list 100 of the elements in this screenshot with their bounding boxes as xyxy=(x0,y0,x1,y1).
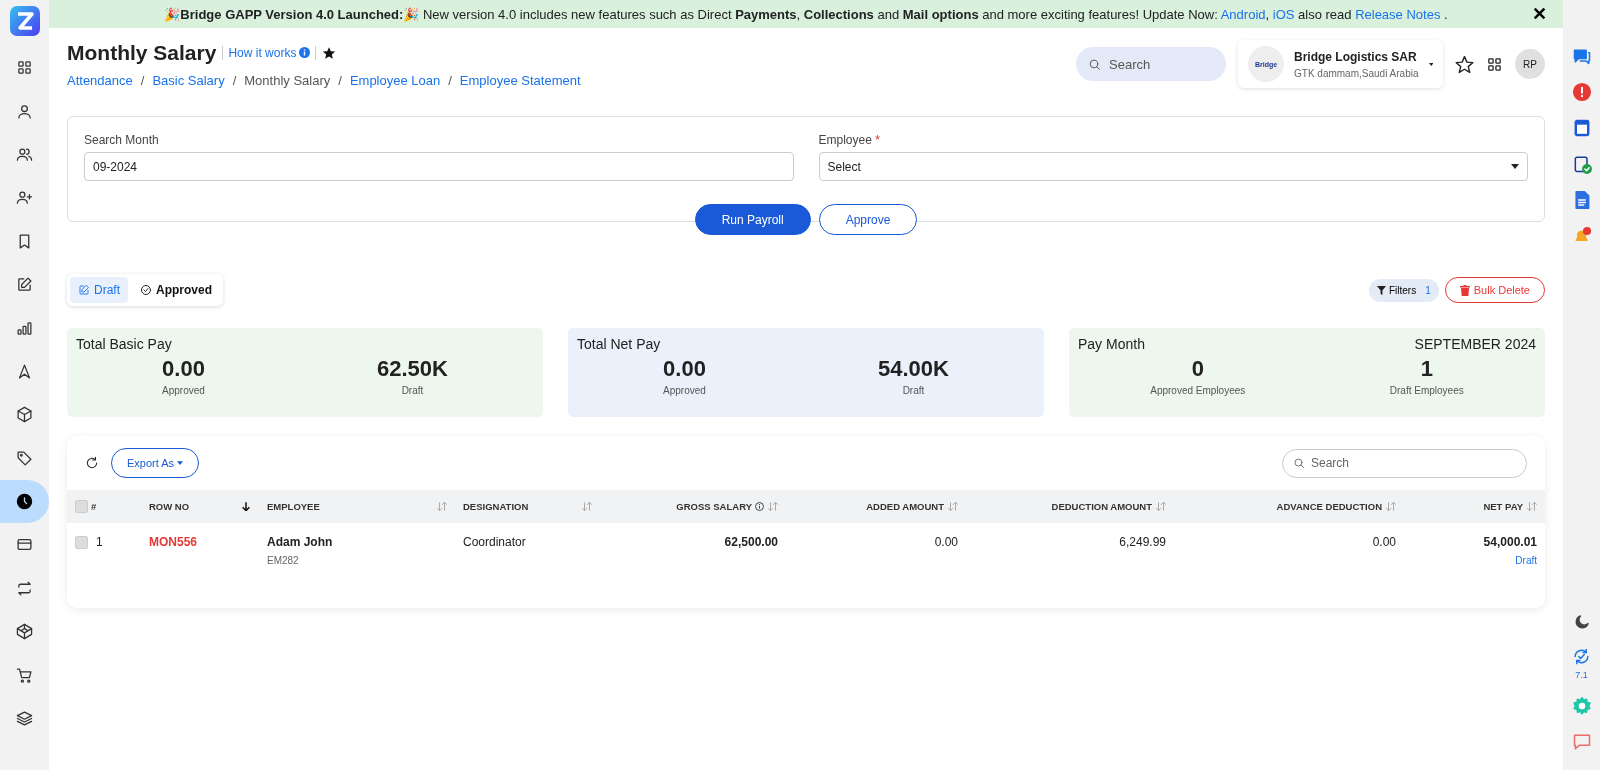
approve-button[interactable]: Approve xyxy=(818,204,918,235)
stat-label: Approved xyxy=(663,385,706,396)
gear-icon xyxy=(1571,696,1592,716)
version-label: 7.1 xyxy=(1575,670,1588,680)
column-header[interactable]: NET PAY xyxy=(1404,490,1545,523)
stat-label: Draft xyxy=(902,385,925,396)
alert-icon xyxy=(1571,82,1592,102)
stat-value: 0 xyxy=(1191,356,1204,382)
table-cell: 0.00 xyxy=(1372,535,1396,549)
employee-name: Adam John xyxy=(267,535,334,549)
caret-icon xyxy=(1511,164,1519,169)
stat-label: Draft Employees xyxy=(1389,385,1464,396)
stat-value: 1 xyxy=(1420,356,1433,382)
status-tab[interactable]: Approved xyxy=(132,277,221,303)
user-avatar[interactable]: RP xyxy=(1515,49,1545,79)
breadcrumb-separator: / xyxy=(232,72,237,88)
breadcrumb-separator: / xyxy=(448,72,452,88)
column-header[interactable]: GROSS SALARY xyxy=(600,490,786,523)
grid-icon xyxy=(16,59,33,77)
breadcrumb[interactable]: Attendance xyxy=(67,72,133,88)
stat-value: 62.50K xyxy=(377,356,448,382)
cube-icon xyxy=(16,406,33,424)
row-index: 1 xyxy=(96,535,103,549)
caret-icon xyxy=(177,461,184,465)
star-icon xyxy=(1455,54,1474,74)
status-tab[interactable]: Draft xyxy=(70,277,128,303)
table-cell-text: Coordinator xyxy=(463,535,527,549)
cart-icon xyxy=(16,666,33,684)
breadcrumb[interactable]: Employee Statement xyxy=(459,72,581,88)
status-link[interactable]: Draft xyxy=(1515,555,1537,566)
stat-value: 0.00 xyxy=(162,356,205,382)
grid-icon xyxy=(1486,55,1503,73)
check-circle-icon xyxy=(140,284,152,296)
stat-label: Draft xyxy=(401,385,424,396)
person-icon xyxy=(16,102,33,120)
breadcrumb-separator: / xyxy=(338,72,342,88)
announcement-link[interactable]: iOS xyxy=(1272,6,1295,22)
tag-icon xyxy=(16,449,33,467)
column-header[interactable]: DESIGNATION xyxy=(455,490,600,523)
navigation-icon xyxy=(16,362,33,380)
column-header: # xyxy=(67,490,141,523)
app-logo[interactable] xyxy=(9,6,40,36)
field-label: Search Month xyxy=(84,133,160,147)
search-icon xyxy=(1088,57,1101,71)
card-title: Total Net Pay xyxy=(577,336,661,352)
favorite-button[interactable] xyxy=(1455,54,1474,74)
polyhedron-icon xyxy=(16,623,33,641)
edit-icon xyxy=(78,284,90,296)
search-field[interactable]: Search xyxy=(1076,47,1226,81)
chat-icon xyxy=(1571,46,1592,66)
sort-icon[interactable] xyxy=(241,502,251,511)
breadcrumb-separator: / xyxy=(140,72,145,88)
help-link[interactable]: How it works xyxy=(222,45,317,60)
column-header[interactable]: ADDED AMOUNT xyxy=(786,490,966,523)
stat-value: 54.00K xyxy=(878,356,949,382)
table-cell: 62,500.00 xyxy=(724,535,778,549)
row-number-link[interactable]: MON556 xyxy=(149,535,251,549)
pencil-icon xyxy=(16,276,33,294)
bar-chart-icon xyxy=(16,319,33,337)
trash-icon xyxy=(1459,284,1470,296)
announcement-text: 🎉Bridge GAPP Version 4.0 Launched:🎉 New version 4.0 includes new features such as Direct Payments, Collections and Mail options and more exciting features! Update Now: Android, iOS also read Release Notes . xyxy=(164,6,1448,22)
field-label: Employee * xyxy=(818,133,881,147)
card-title: Pay Month xyxy=(1078,336,1145,352)
employee-code: EM282 xyxy=(267,555,300,566)
info-icon xyxy=(299,47,311,58)
repeat-icon xyxy=(16,579,33,597)
page-title: Monthly Salary xyxy=(67,40,217,65)
apps-button[interactable] xyxy=(1486,55,1503,73)
star-icon[interactable] xyxy=(322,45,337,60)
breadcrumb[interactable]: Basic Salary xyxy=(152,72,225,88)
breadcrumb[interactable]: Monthly Salary xyxy=(244,72,331,88)
stat-label: Approved Employees xyxy=(1150,385,1246,396)
refresh-button[interactable] xyxy=(85,456,99,470)
month-field[interactable]: 09-2024 xyxy=(84,152,794,181)
run-payroll-button[interactable]: Run Payroll xyxy=(694,204,811,235)
card-period: SEPTEMBER 2024 xyxy=(1414,336,1536,352)
column-header[interactable]: ROW NO xyxy=(141,490,259,523)
column-header[interactable]: DEDUCTION AMOUNT xyxy=(966,490,1174,523)
person-plus-icon xyxy=(16,189,33,207)
filters-button[interactable]: Filters 1 xyxy=(1368,278,1439,302)
column-header[interactable]: EMPLOYEE xyxy=(259,490,455,523)
bulk-delete-button[interactable]: Bulk Delete xyxy=(1444,277,1545,303)
funnel-icon xyxy=(1376,285,1386,295)
clock-icon xyxy=(16,493,33,511)
employee-select[interactable]: Select xyxy=(818,152,1528,181)
table-cell: 54,000.01 xyxy=(1483,535,1537,549)
breadcrumb[interactable]: Employee Loan xyxy=(349,72,441,88)
card-title: Total Basic Pay xyxy=(76,336,172,352)
announcement-link[interactable]: Android xyxy=(1220,6,1266,22)
sync-icon xyxy=(1572,647,1591,666)
row-checkbox[interactable] xyxy=(75,535,88,549)
info-icon xyxy=(755,502,764,511)
sidebar-item[interactable] xyxy=(0,479,49,524)
search-icon xyxy=(1293,457,1305,469)
export-button[interactable]: Export As xyxy=(111,448,200,478)
comment-icon xyxy=(1571,732,1592,752)
close-button[interactable]: ✕ xyxy=(1528,3,1551,25)
table-cell: 0.00 xyxy=(934,535,958,549)
announcement-link[interactable]: Release Notes xyxy=(1355,6,1441,22)
column-header[interactable]: ADVANCE DEDUCTION xyxy=(1174,490,1404,523)
